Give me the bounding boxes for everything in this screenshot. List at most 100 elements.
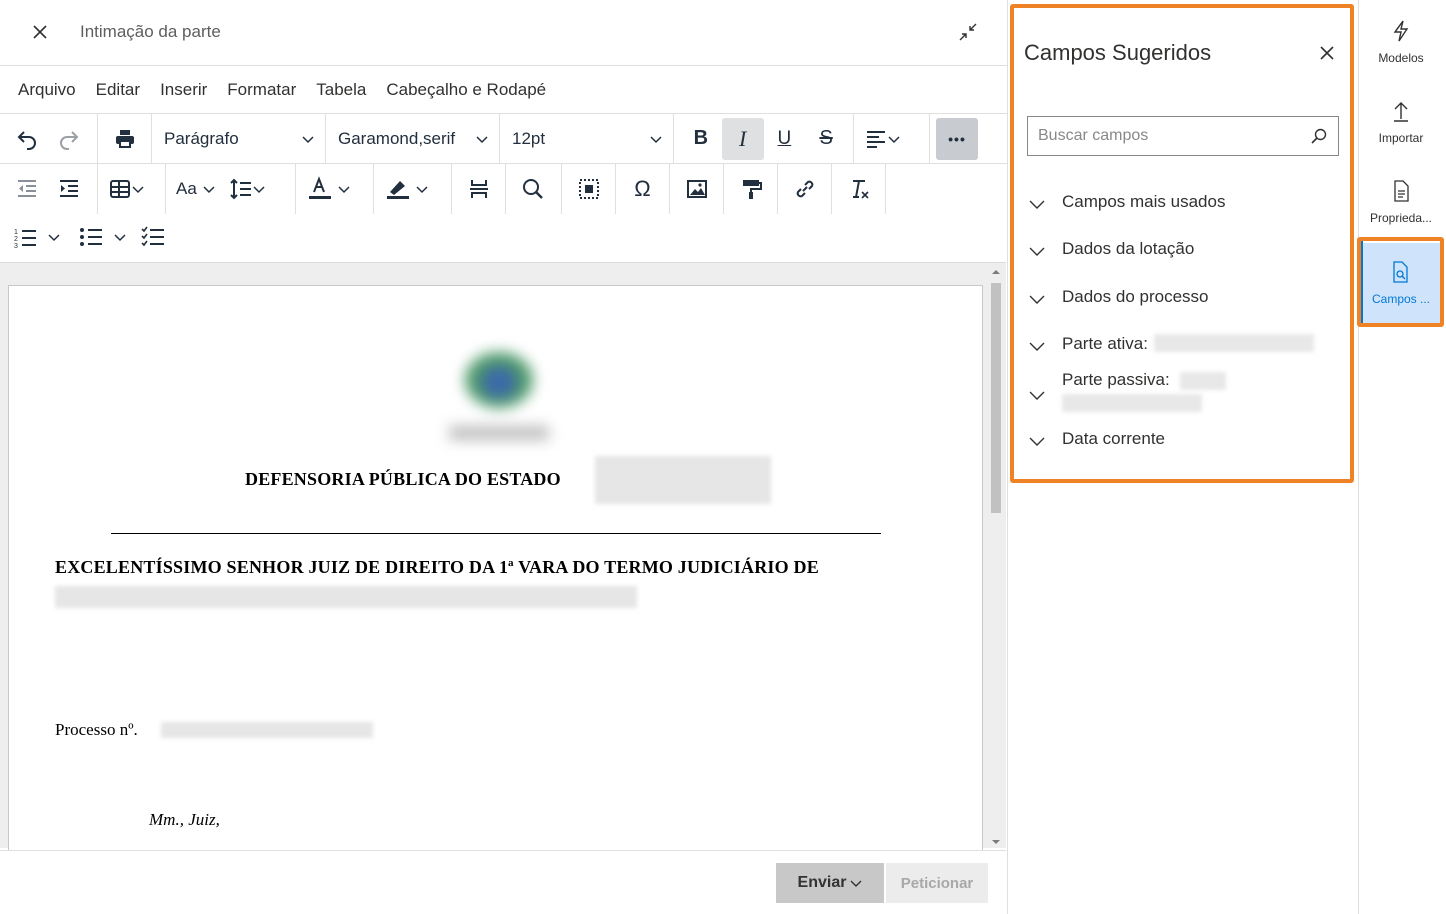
toolbar-row-3: 123 <box>0 214 1008 260</box>
chevron-down-icon <box>338 186 350 194</box>
section-dados-do-processo[interactable]: Dados do processo <box>1028 287 1208 308</box>
section-parte-passiva[interactable]: Parte passiva: <box>1028 370 1227 412</box>
table-split-button[interactable] <box>104 177 148 201</box>
highlight-color-button[interactable] <box>380 176 432 202</box>
chevron-down-icon <box>1029 200 1045 209</box>
table-icon <box>110 180 130 198</box>
menu-formatar[interactable]: Formatar <box>217 80 306 100</box>
chevron-down-icon <box>888 135 900 143</box>
document-heading-address: EXCELENTÍSSIMO SENHOR JUIZ DE DIREITO DA… <box>55 557 819 577</box>
checklist-button[interactable] <box>136 225 170 249</box>
menu-tabela[interactable]: Tabela <box>306 80 376 100</box>
special-character-button[interactable]: Ω <box>622 168 663 210</box>
send-button-label: Enviar <box>797 874 847 891</box>
select-all-group <box>562 164 616 214</box>
page-break-button[interactable] <box>458 168 499 210</box>
align-split-button[interactable] <box>860 127 904 151</box>
chevron-down-icon <box>1029 342 1045 351</box>
section-parte-ativa[interactable]: Parte ativa: <box>1028 334 1314 355</box>
section-label: Data corrente <box>1062 429 1165 448</box>
underline-button[interactable]: U <box>764 118 806 160</box>
bold-button[interactable]: B <box>680 118 722 160</box>
search-icon <box>523 179 543 199</box>
checklist-icon <box>141 226 164 247</box>
paint-roller-icon <box>742 180 762 199</box>
italic-button[interactable]: I <box>721 117 764 160</box>
bullet-list-button[interactable] <box>74 225 130 249</box>
align-group <box>854 114 930 163</box>
font-family-value: Garamond,serif <box>338 128 456 148</box>
search-input[interactable] <box>1038 127 1310 145</box>
insert-link-button[interactable] <box>784 168 825 210</box>
chevron-down-icon <box>1029 295 1045 304</box>
send-button[interactable]: Enviar <box>776 863 884 903</box>
vertical-scrollbar[interactable] <box>988 265 1002 849</box>
window-title: Intimação da parte <box>80 22 221 41</box>
chevron-down-icon <box>253 186 265 194</box>
font-family-select[interactable]: Garamond,serif <box>326 118 498 160</box>
underline-icon: U <box>777 127 792 149</box>
scroll-up-icon[interactable] <box>991 267 1001 277</box>
svg-text:2: 2 <box>14 236 18 243</box>
petition-button[interactable]: Peticionar <box>886 863 988 903</box>
select-all-icon <box>578 179 599 199</box>
clear-format-group <box>832 164 886 214</box>
menu-arquivo[interactable]: Arquivo <box>8 80 86 100</box>
redo-icon <box>60 130 79 150</box>
line-height-icon <box>230 178 251 200</box>
print-button[interactable] <box>104 118 145 160</box>
section-data-corrente[interactable]: Data corrente <box>1028 429 1165 450</box>
change-case-button[interactable]: Aa <box>172 179 219 199</box>
indent-button[interactable] <box>48 168 90 210</box>
scrollbar-thumb[interactable] <box>991 283 1001 513</box>
section-campos-mais-usados[interactable]: Campos mais usados <box>1028 192 1225 213</box>
section-dados-da-lotacao[interactable]: Dados da lotação <box>1028 239 1194 260</box>
strikethrough-icon: S <box>819 127 833 149</box>
rail-item-importar[interactable]: Importar <box>1359 82 1443 162</box>
line-height-button[interactable] <box>225 177 269 201</box>
indent-group <box>0 164 98 214</box>
align-left-icon <box>867 130 885 148</box>
section-label: Parte ativa: <box>1062 334 1148 353</box>
document-page[interactable]: DEFENSORIA PÚBLICA DO ESTADO EXCELENTÍSS… <box>8 285 983 855</box>
clear-formatting-button[interactable] <box>838 168 879 210</box>
image-group <box>670 164 724 214</box>
scroll-down-icon[interactable] <box>991 837 1001 847</box>
format-painter-button[interactable] <box>730 168 771 210</box>
rail-item-campos[interactable]: Campos ... <box>1359 243 1443 323</box>
find-replace-button[interactable] <box>512 168 554 210</box>
undo-button[interactable] <box>6 118 48 160</box>
strikethrough-button[interactable]: S <box>805 118 847 160</box>
rail-item-modelos[interactable]: Modelos <box>1359 2 1443 82</box>
close-icon[interactable] <box>28 20 52 44</box>
toolbar-row-2: Aa Ω <box>0 164 1008 214</box>
numbered-list-button[interactable]: 123 <box>8 225 64 249</box>
parte-passiva-text: Parte passiva: <box>1062 370 1227 412</box>
collapse-icon[interactable] <box>956 20 980 44</box>
menu-cabecalho-rodape[interactable]: Cabeçalho e Rodapé <box>376 80 556 100</box>
more-icon: ••• <box>948 130 966 147</box>
print-group <box>98 114 152 163</box>
block-format-value: Parágrafo <box>164 128 239 148</box>
outdent-button[interactable] <box>6 168 48 210</box>
bullet-list-icon <box>80 228 102 246</box>
block-format-select[interactable]: Parágrafo <box>152 118 324 160</box>
rail-item-propriedades[interactable]: Proprieda... <box>1359 162 1443 242</box>
table-group <box>98 164 166 214</box>
redacted-parte-passiva-line2 <box>1062 394 1202 412</box>
more-button[interactable]: ••• <box>936 117 978 160</box>
search-replace-group <box>506 164 562 214</box>
redo-button[interactable] <box>48 118 90 160</box>
chevron-down-icon <box>48 234 60 242</box>
menu-editar[interactable]: Editar <box>86 80 150 100</box>
insert-image-button[interactable] <box>676 168 717 210</box>
font-size-select[interactable]: 12pt <box>500 118 672 160</box>
select-all-button[interactable] <box>568 168 609 210</box>
close-icon[interactable] <box>1316 42 1338 64</box>
undo-icon <box>17 130 36 150</box>
search-icon[interactable] <box>1310 127 1328 145</box>
chevron-down-icon <box>850 880 862 887</box>
menu-inserir[interactable]: Inserir <box>150 80 217 100</box>
text-color-button[interactable] <box>302 176 354 202</box>
text-color-icon <box>309 176 331 199</box>
